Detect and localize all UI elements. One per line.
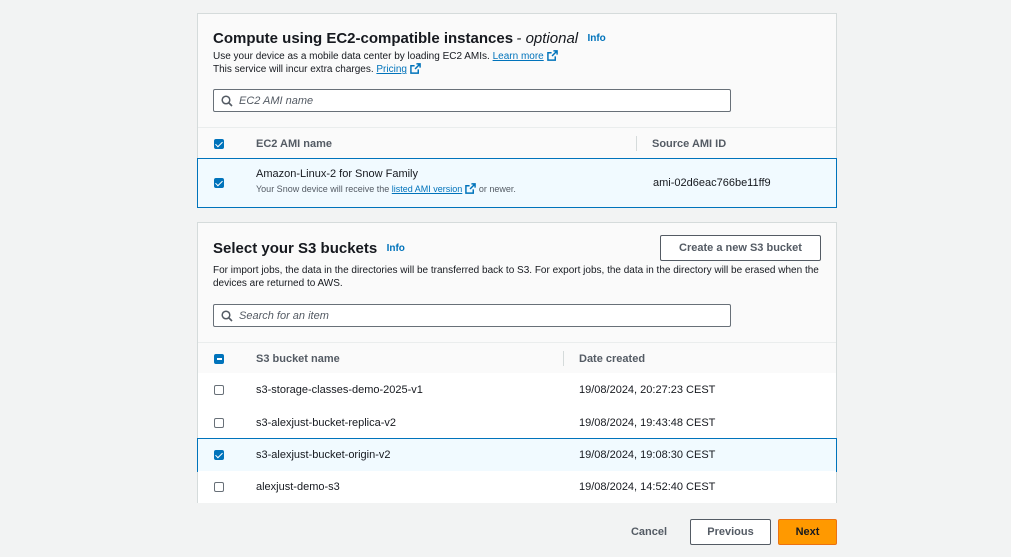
ec2-panel: Compute using EC2-compatible instances -… <box>197 13 837 208</box>
s3-description: For import jobs, the data in the directo… <box>213 265 819 289</box>
ec2-desc-line1: Use your device as a mobile data center … <box>213 51 490 62</box>
s3-title-text: Select your S3 buckets <box>213 240 378 257</box>
row-checkbox[interactable] <box>214 482 224 492</box>
learn-more-link[interactable]: Learn more <box>493 51 544 62</box>
ec2-table-row[interactable]: Amazon-Linux-2 for Snow Family Your Snow… <box>197 158 837 208</box>
bucket-name: s3-alexjust-bucket-replica-v2 <box>256 416 396 429</box>
ami-note-suffix: or newer. <box>478 184 516 194</box>
previous-button[interactable]: Previous <box>690 519 771 545</box>
date-created: 19/08/2024, 19:43:48 CEST <box>579 416 716 429</box>
ami-name: Amazon-Linux-2 for Snow Family <box>256 168 419 180</box>
date-created: 19/08/2024, 20:27:23 CEST <box>579 383 716 396</box>
ec2-select-all-checkbox[interactable] <box>214 138 224 149</box>
external-link-icon <box>465 183 477 194</box>
ami-id: ami-02d6eac766be11ff9 <box>653 177 771 189</box>
date-created: 19/08/2024, 19:08:30 CEST <box>579 449 716 461</box>
bucket-name: s3-alexjust-bucket-origin-v2 <box>256 449 391 461</box>
ec2-title-optional: - optional <box>516 30 579 47</box>
column-divider <box>636 136 637 151</box>
search-icon <box>221 95 233 107</box>
ec2-search-input[interactable] <box>239 92 719 109</box>
search-icon <box>221 310 233 322</box>
s3-search-input[interactable] <box>239 307 719 324</box>
ec2-col-source-ami[interactable]: Source AMI ID <box>652 128 726 159</box>
s3-table-header: S3 bucket name Date created <box>198 342 836 375</box>
external-link-icon <box>546 50 558 61</box>
ec2-table-header: EC2 AMI name Source AMI ID <box>198 127 836 160</box>
s3-search-field[interactable] <box>213 304 731 327</box>
column-divider <box>563 351 564 366</box>
date-created: 19/08/2024, 14:52:40 CEST <box>579 481 716 493</box>
ec2-desc-line2: This service will incur extra charges. <box>213 64 374 75</box>
row-checkbox[interactable] <box>214 417 224 428</box>
row-checkbox[interactable] <box>214 178 224 188</box>
ec2-title: Compute using EC2-compatible instances -… <box>213 30 606 47</box>
ec2-title-text: Compute using EC2-compatible instances <box>213 30 514 47</box>
s3-col-bucket-name[interactable]: S3 bucket name <box>256 343 340 374</box>
ec2-info-link[interactable]: Info <box>587 33 605 44</box>
table-row[interactable]: s3-storage-classes-demo-2025-v1 19/08/20… <box>198 373 836 407</box>
table-row[interactable]: s3-alexjust-bucket-replica-v2 19/08/2024… <box>198 406 836 440</box>
ec2-col-ami-name[interactable]: EC2 AMI name <box>256 128 332 159</box>
ec2-search-field[interactable] <box>213 89 731 112</box>
ami-note-prefix: Your Snow device will receive the <box>256 184 390 194</box>
table-row[interactable]: alexjust-demo-s3 19/08/2024, 14:52:40 CE… <box>198 471 836 503</box>
cancel-button[interactable]: Cancel <box>621 519 677 544</box>
bucket-name: alexjust-demo-s3 <box>256 481 340 493</box>
row-checkbox[interactable] <box>214 450 224 460</box>
listed-ami-version-link[interactable]: listed AMI version <box>392 184 463 194</box>
ec2-panel-header: Compute using EC2-compatible instances -… <box>198 14 836 127</box>
row-checkbox[interactable] <box>214 384 224 395</box>
table-row[interactable]: s3-alexjust-bucket-origin-v2 19/08/2024,… <box>197 438 837 472</box>
next-button[interactable]: Next <box>778 519 837 545</box>
pricing-link[interactable]: Pricing <box>376 64 407 75</box>
ec2-description: Use your device as a mobile data center … <box>213 50 558 76</box>
bucket-name: s3-storage-classes-demo-2025-v1 <box>256 383 423 396</box>
s3-select-all-checkbox[interactable] <box>214 353 224 364</box>
s3-panel-header: Select your S3 buckets Info Create a new… <box>198 223 836 342</box>
external-link-icon <box>410 63 421 74</box>
s3-info-link[interactable]: Info <box>387 243 405 254</box>
ami-version-note: Your Snow device will receive the listed… <box>256 183 516 194</box>
s3-title: Select your S3 buckets Info <box>213 240 405 257</box>
create-s3-bucket-button[interactable]: Create a new S3 bucket <box>660 235 821 261</box>
s3-panel: Select your S3 buckets Info Create a new… <box>197 222 837 503</box>
s3-col-date-created[interactable]: Date created <box>579 343 645 374</box>
